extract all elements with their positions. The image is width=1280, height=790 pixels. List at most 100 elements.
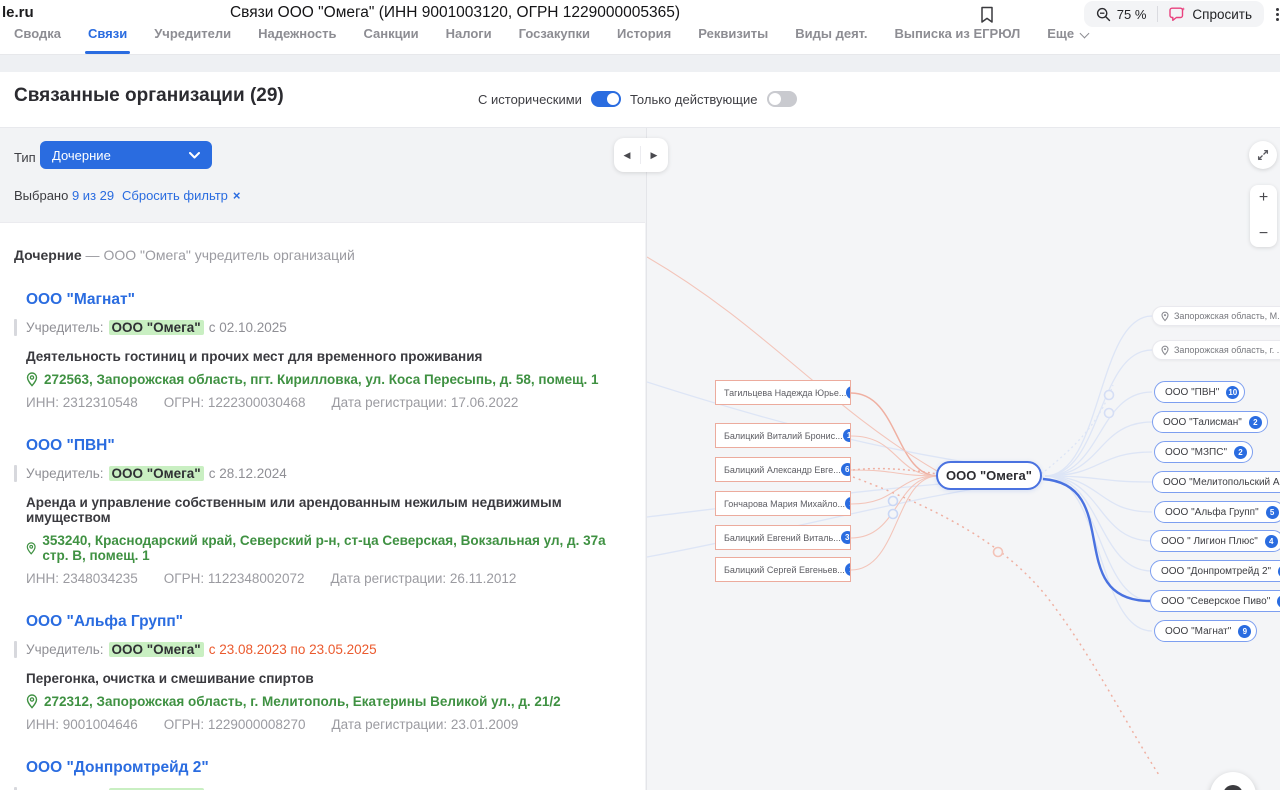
- toggle-active-only-label: Только действующие: [630, 92, 758, 107]
- graph-company-node[interactable]: ООО "Мелитопольский Авт...7: [1152, 471, 1280, 493]
- graph-person-node[interactable]: Балицкий Виталий Бронис...1: [715, 423, 851, 448]
- relations-graph: Тагильцева Надежда Юрье...1 Балицкий Вита…: [646, 127, 1280, 790]
- org-inn: ИНН: 9001004646: [26, 717, 138, 732]
- org-inn: ИНН: 2312310548: [26, 395, 138, 410]
- page: { "browser": { "logo": "le.ru", "title":…: [0, 0, 1280, 790]
- company-label: ООО "Талисман": [1163, 417, 1242, 428]
- org-ogrn: ОГРН: 1122348002072: [164, 571, 305, 586]
- org-reg-date: Дата регистрации: 23.01.2009: [331, 717, 518, 732]
- founder-period: с 28.12.2024: [209, 466, 287, 481]
- graph-person-node[interactable]: Гончарова Мария Михайло...1: [715, 491, 851, 516]
- expand-icon: [1256, 148, 1270, 162]
- company-label: ООО "Северское Пиво": [1161, 596, 1270, 607]
- company-label: ООО "Магнат": [1165, 626, 1231, 637]
- kebab-menu-icon[interactable]: [1276, 6, 1279, 23]
- graph-location-node[interactable]: Запорожская область, г. ...8: [1152, 340, 1280, 360]
- tab-Реквизиты[interactable]: Реквизиты: [698, 28, 768, 54]
- connection-count-badge: 1: [846, 386, 851, 399]
- founder-period: с 02.10.2025: [209, 320, 287, 335]
- section-toolbar: Связанные организации (29) С исторически…: [0, 72, 1280, 128]
- tab-Сводка[interactable]: Сводка: [14, 28, 61, 54]
- founder-bar: [14, 465, 17, 482]
- company-label: ООО " Лигион Плюс": [1161, 536, 1258, 547]
- graph-center-node[interactable]: ООО "Омега": [936, 461, 1042, 490]
- chat-glyph-icon: [1223, 785, 1243, 790]
- founder-bar: [14, 641, 17, 658]
- header-divider: [1157, 6, 1158, 22]
- org-founder-row: Учредитель: ООО "Омега" с 23.08.2023 по …: [14, 641, 625, 658]
- graph-person-node[interactable]: Балицкий Сергей Евгеньев...1: [715, 557, 851, 582]
- org-name-link[interactable]: ООО "Донпромтрейд 2": [26, 759, 209, 777]
- type-filter-dropdown[interactable]: Дочерние: [40, 141, 212, 169]
- company-label: ООО "Мелитопольский Авт...: [1163, 477, 1280, 488]
- graph-person-node[interactable]: Тагильцева Надежда Юрье...1: [715, 380, 851, 405]
- tab-Госзакупки[interactable]: Госзакупки: [519, 28, 590, 54]
- bookmark-icon: [979, 6, 995, 24]
- connection-count-badge: 3: [841, 531, 851, 544]
- graph-person-node[interactable]: Балицкий Евгений Виталь...3: [715, 525, 851, 550]
- map-pin-icon: [26, 694, 38, 709]
- person-label: Балицкий Сергей Евгеньев...: [724, 565, 845, 575]
- zoom-in-button[interactable]: +: [1259, 190, 1268, 206]
- org-founder-row: Учредитель: ООО "Омега" с 28.12.2024: [14, 465, 625, 482]
- ask-button[interactable]: Спросить: [1169, 6, 1252, 22]
- zoom-level-control[interactable]: 75 %: [1096, 7, 1147, 22]
- tab-Учредители[interactable]: Учредители: [154, 28, 231, 54]
- connection-count-badge: 4: [1265, 535, 1278, 548]
- org-reg-date: Дата регистрации: 17.06.2022: [331, 395, 518, 410]
- graph-company-node[interactable]: ООО "Донпромтрейд 2"4: [1150, 560, 1280, 582]
- toggle-historical-label: С историческими: [478, 92, 582, 107]
- founder-bar: [14, 319, 17, 336]
- graph-location-node[interactable]: Запорожская область, М...4: [1152, 306, 1280, 326]
- chosen-count: Выбрано 9 из 29: [14, 188, 114, 203]
- org-activity: Деятельность гостиниц и прочих мест для …: [26, 349, 625, 364]
- tab-Связи[interactable]: Связи: [88, 28, 127, 54]
- graph-person-node[interactable]: Балицкий Александр Евге...6: [715, 457, 851, 482]
- tab-Санкции[interactable]: Санкции: [363, 28, 418, 54]
- org-activity: Аренда и управление собственным или арен…: [26, 495, 625, 525]
- tab-Надежность[interactable]: Надежность: [258, 28, 336, 54]
- founder-org-link[interactable]: ООО "Омега": [109, 320, 204, 335]
- tab-Выписка из ЕГРЮЛ[interactable]: Выписка из ЕГРЮЛ: [895, 28, 1021, 54]
- tab-bar: Сводка Связи Учредители Надежность Санкции На…: [0, 28, 1280, 54]
- map-pin-icon: [1161, 311, 1169, 322]
- founder-org-link[interactable]: ООО "Омега": [109, 642, 204, 657]
- graph-company-node[interactable]: ООО "Магнат"9: [1154, 620, 1257, 642]
- person-label: Тагильцева Надежда Юрье...: [724, 388, 846, 398]
- zoom-out-button[interactable]: −: [1259, 226, 1268, 242]
- org-name-link[interactable]: ООО "ПВН": [26, 437, 115, 455]
- toggle-active-only[interactable]: Только действующие: [630, 91, 797, 107]
- org-list-item: ООО "Магнат" Учредитель: ООО "Омега" с 0…: [26, 291, 625, 410]
- tab-Еще[interactable]: Еще: [1047, 28, 1088, 54]
- tab-Виды деят.[interactable]: Виды деят.: [795, 28, 867, 54]
- graph-company-node[interactable]: ООО "Талисман"2: [1152, 411, 1268, 433]
- graph-company-node[interactable]: ООО "ПВН"10: [1154, 381, 1245, 403]
- org-address-text: 353240, Краснодарский край, Северский р-…: [42, 533, 625, 563]
- graph-company-node[interactable]: ООО "Альфа Групп"5: [1154, 501, 1280, 523]
- org-inn: ИНН: 2348034235: [26, 571, 138, 586]
- org-name-link[interactable]: ООО "Магнат": [26, 291, 135, 309]
- toggle-active-only-switch[interactable]: [767, 91, 797, 107]
- toggle-historical-switch[interactable]: [591, 91, 621, 107]
- org-meta: ИНН: 2312310548ОГРН: 1222300030468Дата р…: [26, 395, 625, 410]
- org-name-link[interactable]: ООО "Альфа Групп": [26, 613, 183, 631]
- org-address-text: 272563, Запорожская область, пгт. Кирилл…: [44, 372, 598, 387]
- graph-company-node[interactable]: ООО "Северское Пиво"6: [1150, 590, 1280, 612]
- type-filter-value: Дочерние: [52, 148, 111, 163]
- chevron-down-icon: [189, 152, 200, 159]
- graph-company-node[interactable]: ООО " Лигион Плюс" 4: [1150, 530, 1280, 552]
- bookmark-button[interactable]: [976, 4, 998, 26]
- collapse-right-button[interactable]: ▶: [641, 150, 667, 161]
- tab-История[interactable]: История: [617, 28, 671, 54]
- site-logo[interactable]: le.ru: [2, 4, 34, 21]
- company-label: ООО "ПВН": [1165, 387, 1219, 398]
- company-label: ООО "Альфа Групп": [1165, 507, 1259, 518]
- reset-filter-button[interactable]: Сбросить фильтр×: [122, 188, 240, 203]
- org-reg-date: Дата регистрации: 26.11.2012: [330, 571, 516, 586]
- founder-org-link[interactable]: ООО "Омега": [109, 466, 204, 481]
- graph-fullscreen-button[interactable]: [1249, 141, 1277, 169]
- tab-Налоги[interactable]: Налоги: [446, 28, 492, 54]
- collapse-left-button[interactable]: ◀: [614, 150, 640, 161]
- toggle-historical[interactable]: С историческими: [478, 91, 621, 107]
- graph-company-node[interactable]: ООО "МЗПС"2: [1154, 441, 1253, 463]
